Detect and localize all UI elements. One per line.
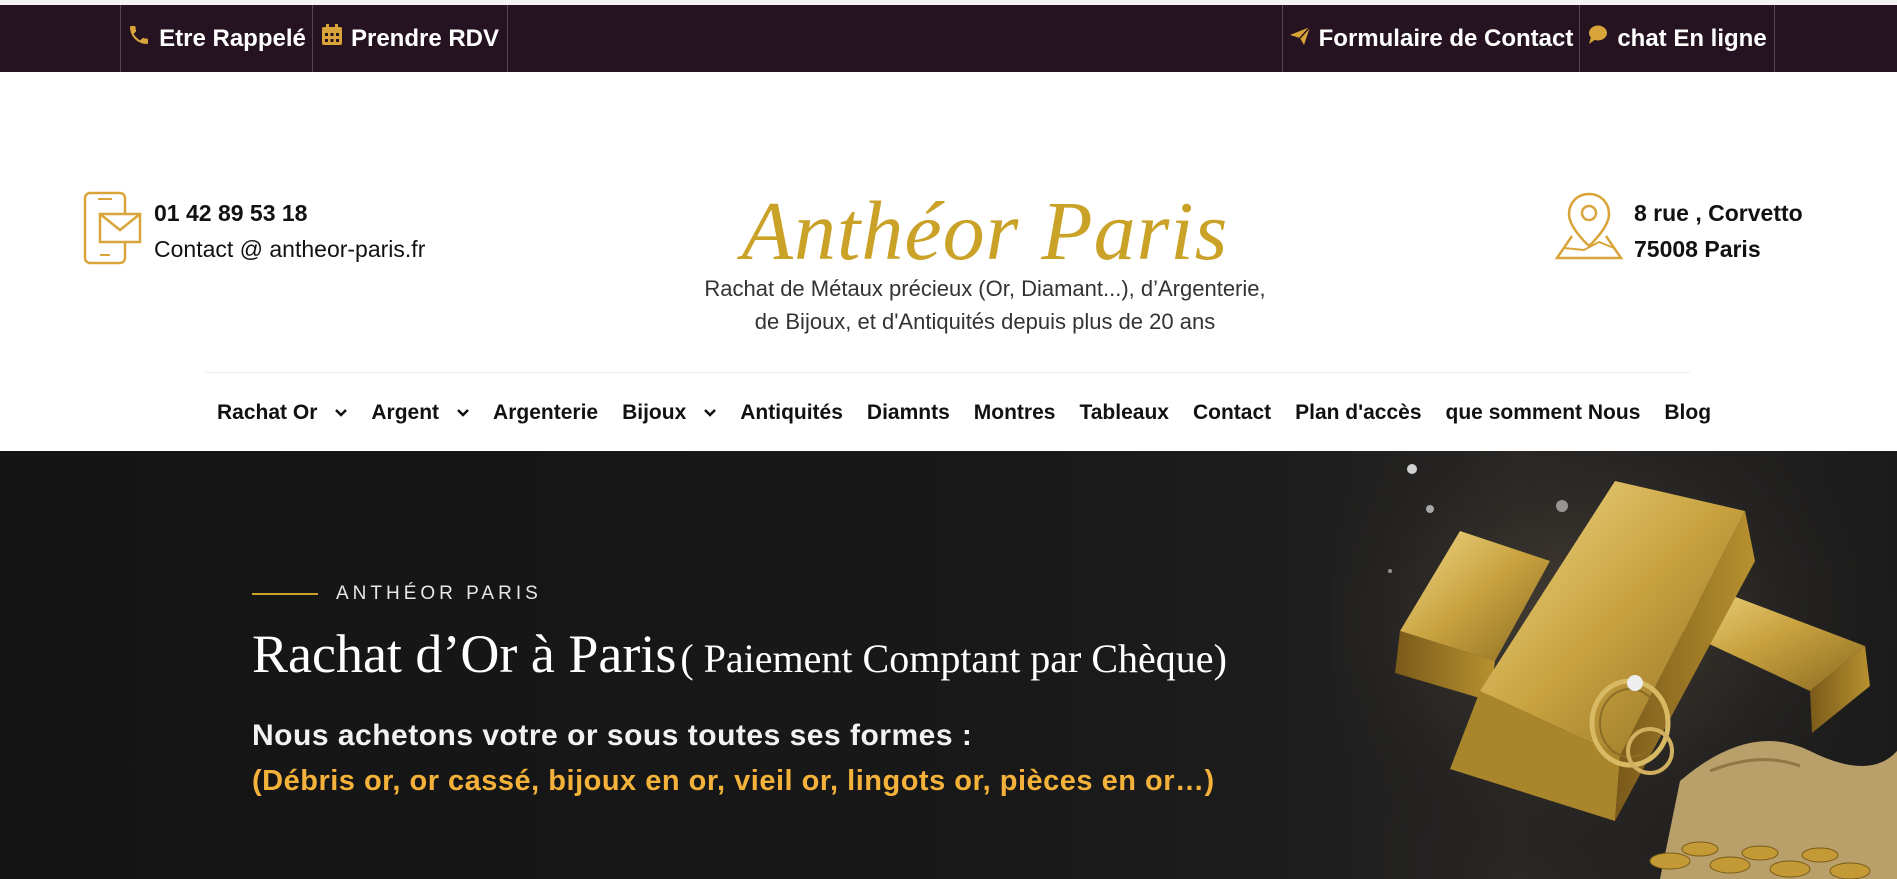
map-pin-icon [1554, 190, 1624, 267]
hero-subtitle: Nous achetons votre or sous toutes ses f… [252, 719, 973, 752]
logo-wordmark: Anthéor Paris [741, 185, 1229, 278]
nav-item-label: que somment Nous [1445, 400, 1641, 424]
hero-eyebrow: ANTHÉOR PARIS [252, 583, 542, 605]
gold-bars-ring-coins-image [1330, 451, 1897, 879]
nav-item-antiquit-s[interactable]: Antiquités [728, 401, 855, 425]
nav-item-label: Montres [973, 400, 1056, 424]
chevron-down-icon[interactable] [704, 407, 717, 419]
nav-item-label: Diamnts [866, 400, 950, 424]
nav-item-label: Rachat Or [217, 400, 318, 424]
live-chat-label: chat En ligne [1617, 24, 1767, 52]
nav-item-tableaux[interactable]: Tableaux [1067, 401, 1180, 425]
nav-item-diamnts[interactable]: Diamnts [855, 401, 962, 425]
nav-item-argent[interactable]: Argent [359, 401, 481, 425]
main-nav: Rachat Or Argent Argenterie Bijoux Antiquité… [205, 372, 1711, 452]
hero-title: Rachat d’Or à Paris ( Paiement Comptant … [252, 623, 1227, 685]
hero-title-main: Rachat d’Or à Paris [252, 624, 677, 684]
nav-item-label: Contact [1192, 400, 1272, 424]
phone-number[interactable]: 01 42 89 53 18 [154, 200, 307, 227]
nav-item-que-somment-nous[interactable]: que somment Nous [1434, 401, 1653, 425]
phone-icon [127, 23, 151, 54]
chevron-down-icon[interactable] [457, 407, 469, 419]
calendar-icon [321, 23, 343, 54]
nav-item-rachat-or[interactable]: Rachat Or [205, 401, 359, 425]
nav-item-label: Antiquités [740, 400, 843, 424]
appointment-link[interactable]: Prendre RDV [312, 5, 508, 72]
address-street: 8 rue , Corvetto [1634, 200, 1803, 226]
email-address[interactable]: Contact @ antheor-paris.fr [154, 236, 425, 263]
site-header: 01 42 89 53 18 Contact @ antheor-paris.f… [0, 72, 1897, 451]
contact-form-link[interactable]: Formulaire de Contact [1282, 5, 1580, 72]
nav-list: Rachat Or Argent Argenterie Bijoux Antiquité… [205, 373, 1723, 452]
nav-item-argenterie[interactable]: Argenterie [481, 401, 610, 425]
hero-title-paren: ( Paiement Comptant par Chèque) [680, 636, 1227, 681]
nav-item-label: Blog [1664, 400, 1712, 424]
hero-forms-list: (Débris or, or cassé, bijoux en or, viei… [252, 765, 1215, 797]
nav-item-contact[interactable]: Contact [1181, 401, 1283, 425]
nav-item-label: Argenterie [493, 400, 599, 424]
nav-item-label: Tableaux [1079, 400, 1169, 424]
appointment-label: Prendre RDV [350, 24, 500, 52]
eyebrow-text: ANTHÉOR PARIS [336, 583, 542, 604]
paper-plane-icon [1289, 25, 1311, 53]
tagline-line-2: de Bijoux, et d'Antiquités depuis plus d… [754, 309, 1216, 334]
nav-item-blog[interactable]: Blog [1652, 401, 1723, 425]
tagline-line-1: Rachat de Métaux précieux (Or, Diamant..… [704, 276, 1266, 301]
address-city: 75008 Paris [1634, 236, 1761, 262]
nav-item-plan-d-acc-s[interactable]: Plan d'accès [1283, 401, 1433, 425]
contact-block: 01 42 89 53 18 Contact @ antheor-paris.f… [82, 190, 502, 270]
address-block: 8 rue , Corvetto 75008 Paris [1554, 190, 1874, 280]
live-chat-link[interactable]: chat En ligne [1579, 5, 1775, 72]
hero-banner: ANTHÉOR PARIS Rachat d’Or à Paris ( Paie… [0, 451, 1897, 879]
chevron-down-icon[interactable] [335, 407, 348, 419]
top-bar: Etre Rappelé Prendre RDV Formulaire de C… [0, 5, 1897, 72]
callback-label: Etre Rappelé [159, 24, 306, 52]
nav-item-bijoux[interactable]: Bijoux [610, 401, 728, 425]
callback-link[interactable]: Etre Rappelé [120, 5, 313, 72]
nav-item-label: Argent [371, 400, 440, 424]
nav-item-montres[interactable]: Montres [962, 401, 1068, 425]
contact-form-label: Formulaire de Contact [1318, 24, 1574, 52]
chat-bubble-icon [1587, 24, 1609, 53]
nav-item-label: Plan d'accès [1295, 400, 1422, 424]
eyebrow-rule [252, 593, 318, 595]
nav-item-label: Bijoux [622, 400, 687, 424]
mobile-mail-icon [82, 190, 144, 271]
site-logo[interactable]: Anthéor Paris Rachat de Métaux précieux … [680, 182, 1290, 334]
